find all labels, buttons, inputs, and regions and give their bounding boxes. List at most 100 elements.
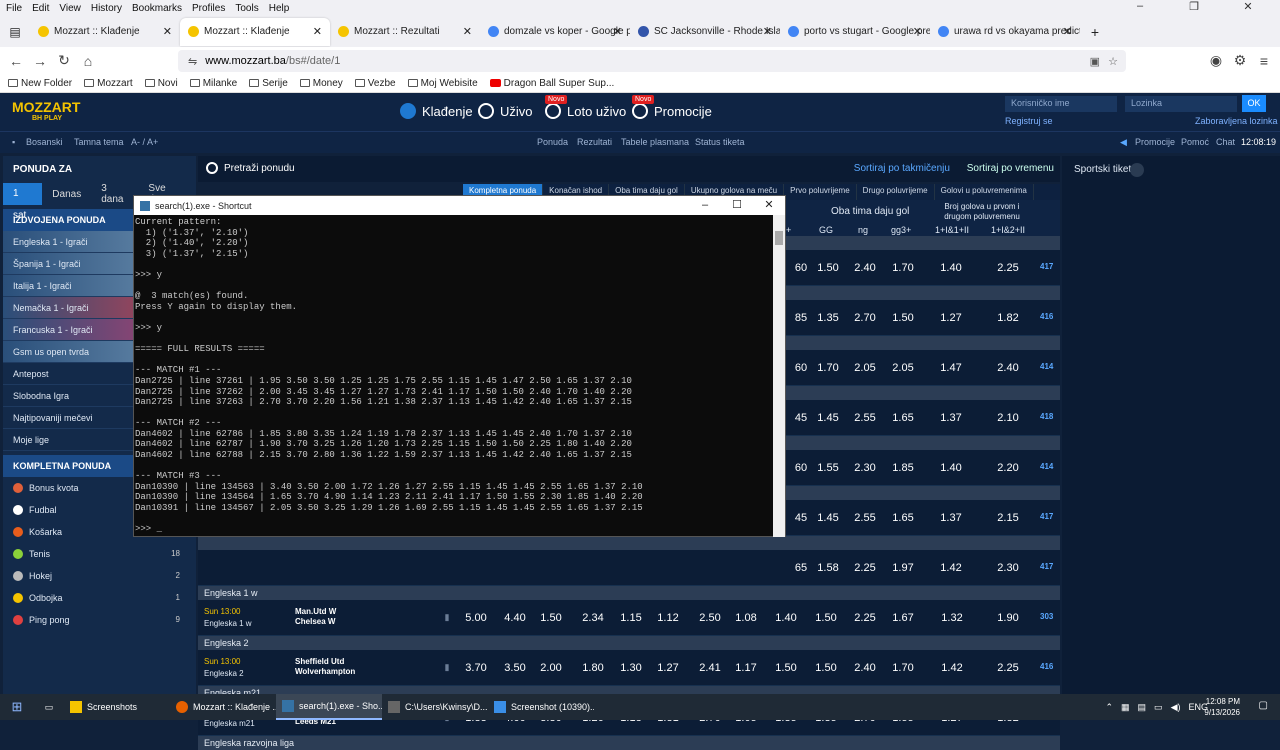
tab-first-half[interactable]: Prvo poluvrijeme <box>784 184 857 200</box>
odds-cell[interactable]: 45 <box>786 512 816 524</box>
odds-cell[interactable]: 1.70 <box>813 362 843 374</box>
odds-cell[interactable]: 1.80 <box>578 662 608 674</box>
odds-cell[interactable]: 1.50 <box>888 312 918 324</box>
minimize-icon[interactable]: – <box>1118 0 1162 13</box>
browser-tab-active[interactable]: Mozzart :: Klađenje ✕ <box>180 17 330 46</box>
more-markets-count[interactable]: 416 <box>1040 662 1053 671</box>
promo-link[interactable]: Promocije <box>1135 137 1175 147</box>
new-tab-icon[interactable]: + <box>1080 24 1110 40</box>
menu-help[interactable]: Help <box>269 3 290 14</box>
odds-cell[interactable]: 2.34 <box>578 612 608 624</box>
match-row[interactable]: Sun 13:00 Engleska 2 Sheffield Utd Wolverha… <box>198 650 1060 686</box>
odds-cell[interactable]: 2.40 <box>850 262 880 274</box>
bookmark-folder[interactable]: Serije <box>249 78 288 89</box>
tab-goals-halves[interactable]: Golovi u poluvremenima <box>935 184 1034 200</box>
bookmark-folder[interactable]: Milanke <box>189 78 237 89</box>
odds-cell[interactable]: 2.30 <box>850 462 880 474</box>
odds-cell[interactable]: 1.42 <box>936 562 966 574</box>
nav-promocije[interactable]: Novo Promocije <box>632 95 712 119</box>
odds-cell[interactable]: 1.12 <box>653 612 683 624</box>
odds-cell[interactable]: 1.40 <box>936 462 966 474</box>
menu-tools[interactable]: Tools <box>235 3 258 14</box>
date-tab-today[interactable]: Danas <box>42 189 91 200</box>
more-markets-count[interactable]: 303 <box>1040 612 1053 621</box>
odds-cell[interactable]: 45 <box>786 412 816 424</box>
menu-history[interactable]: History <box>91 3 122 14</box>
odds-cell[interactable]: 2.10 <box>993 412 1023 424</box>
odds-cell[interactable]: 1.37 <box>936 512 966 524</box>
odds-cell[interactable]: 1.37 <box>936 412 966 424</box>
more-markets-count[interactable]: 417 <box>1040 512 1053 521</box>
odds-cell[interactable]: 1.50 <box>536 612 566 624</box>
font-size-toggle[interactable]: A- / A+ <box>131 137 158 147</box>
bookmark-link[interactable]: Dragon Ball Super Sup... <box>489 78 614 89</box>
terminal-output[interactable]: Current pattern: 1) ('1.37', '2.10') 2) … <box>135 217 773 535</box>
stats-icon[interactable]: ▮ <box>432 662 462 673</box>
nav-uzivo[interactable]: Uživo <box>478 103 533 119</box>
close-tab-icon[interactable]: ✕ <box>1063 25 1072 38</box>
odds-cell[interactable]: 2.25 <box>850 612 880 624</box>
match-row[interactable]: 65 1.58 2.25 1.97 1.42 2.30 417 <box>198 550 1060 586</box>
odds-cell[interactable]: 1.27 <box>653 662 683 674</box>
taskbar-item-explorer[interactable]: C:\Users\Kwinsy\D... <box>382 694 488 720</box>
close-tab-icon[interactable]: ✕ <box>313 25 322 38</box>
browser-tab[interactable]: Mozzart :: Klađenje ✕ <box>30 18 180 46</box>
odds-cell[interactable]: 1.45 <box>813 512 843 524</box>
notifications-icon[interactable]: ▢ <box>1259 700 1268 711</box>
odds-cell[interactable]: 2.70 <box>850 312 880 324</box>
odds-cell[interactable]: 2.25 <box>850 562 880 574</box>
terminal-minimize-icon[interactable]: – <box>689 196 721 215</box>
odds-cell[interactable]: 1.67 <box>888 612 918 624</box>
url-bar[interactable]: ⇋ www.mozzart.ba/bs#/date/1 ▣ ☆ <box>178 50 1126 72</box>
battery-icon[interactable]: ▭ <box>1154 702 1163 713</box>
network-icon[interactable]: ▦ <box>1121 702 1130 713</box>
maximize-icon[interactable]: ❐ <box>1172 0 1216 13</box>
subnav-ponuda[interactable]: Ponuda <box>537 137 568 147</box>
close-tab-icon[interactable]: ✕ <box>763 25 772 38</box>
taskbar-item-search-exe[interactable]: search(1).exe - Sho... <box>276 694 382 720</box>
date-tab-3days[interactable]: 3 dana <box>91 183 138 205</box>
taskbar-item-screenshot[interactable]: Screenshot (10390).... <box>488 694 594 720</box>
app-menu-icon[interactable]: ≡ <box>1252 53 1276 69</box>
sport-odbojka[interactable]: Odbojka 1 <box>3 587 196 609</box>
stats-icon[interactable]: ▮ <box>432 612 462 623</box>
language-select[interactable]: Bosanski <box>26 137 63 147</box>
close-tab-icon[interactable]: ✕ <box>913 25 922 38</box>
date-tab-1h[interactable]: 1 sat <box>3 183 43 221</box>
sort-by-competition[interactable]: Sortiraj po takmičenju <box>854 163 950 174</box>
offer-search-bar[interactable]: Pretraži ponudu Sortiraj po takmičenju S… <box>198 156 1060 182</box>
match-row[interactable]: Sun 13:00 Engleska 1 w Man.Utd W Chelsea W ▮… <box>198 600 1060 636</box>
odds-cell[interactable]: 2.40 <box>993 362 1023 374</box>
close-tab-icon[interactable]: ✕ <box>463 25 472 38</box>
volume-icon[interactable]: ◀) <box>1171 702 1181 713</box>
back-icon[interactable]: ← <box>4 53 28 69</box>
odds-cell[interactable]: 1.85 <box>888 462 918 474</box>
bookmark-folder[interactable]: Money <box>299 78 343 89</box>
match-teams[interactable]: Man.Utd W Chelsea W <box>295 607 336 627</box>
odds-cell[interactable]: 2.40 <box>850 662 880 674</box>
more-markets-count[interactable]: 416 <box>1040 312 1053 321</box>
mozzart-logo[interactable]: MOZZART BH PLAY <box>12 99 80 122</box>
browser-tab[interactable]: SC Jacksonville - Rhode Island FC✕ <box>630 18 780 46</box>
forgot-password-link[interactable]: Zaboravljena lozinka <box>1195 116 1278 126</box>
nav-loto-uzivo[interactable]: Novo Loto uživo <box>545 95 626 119</box>
bookmark-folder[interactable]: New Folder <box>8 78 72 89</box>
close-tab-icon[interactable]: ✕ <box>163 25 172 38</box>
account-icon[interactable]: ◉ <box>1204 52 1228 69</box>
odds-cell[interactable]: 60 <box>786 362 816 374</box>
odds-cell[interactable]: 2.15 <box>993 512 1023 524</box>
odds-cell[interactable]: 1.40 <box>936 262 966 274</box>
odds-cell[interactable]: 2.05 <box>850 362 880 374</box>
menu-file[interactable]: File <box>6 3 22 14</box>
odds-cell[interactable]: 1.35 <box>813 312 843 324</box>
browser-tab[interactable]: urawa rd vs okayama prediction✕ <box>930 18 1080 46</box>
odds-cell[interactable]: 1.15 <box>616 612 646 624</box>
password-input[interactable]: Lozinka <box>1125 96 1237 112</box>
odds-cell[interactable]: 1.27 <box>936 312 966 324</box>
odds-cell[interactable]: 1.50 <box>811 662 841 674</box>
taskbar-clock[interactable]: 12:08 PM 9/13/2026 <box>1204 696 1240 718</box>
odds-cell[interactable]: 2.55 <box>850 512 880 524</box>
forward-icon[interactable]: → <box>28 53 52 69</box>
sport-tenis[interactable]: Tenis 18 <box>3 543 196 565</box>
nav-kladjenje[interactable]: Klađenje <box>400 103 473 119</box>
